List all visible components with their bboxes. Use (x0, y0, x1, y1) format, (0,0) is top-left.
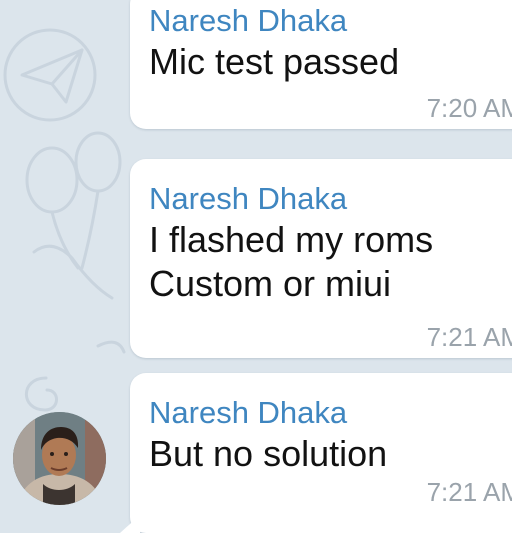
swirl-icon (24, 376, 58, 412)
message-time: 7:20 AM (426, 93, 512, 123)
message-bubble[interactable]: Naresh Dhaka I flashed my roms Custom or… (130, 159, 512, 358)
message-bubble[interactable]: Naresh Dhaka But no solution 7:21 AM (130, 373, 512, 533)
sender-name[interactable]: Naresh Dhaka (149, 2, 512, 40)
message-text: I flashed my roms (149, 219, 434, 260)
paper-plane-icon (3, 28, 97, 122)
message-text: Mic test passed (149, 41, 400, 82)
message-time: 7:21 AM (426, 322, 512, 352)
message-text: Custom or miui (149, 263, 392, 304)
balloon-icon (25, 131, 122, 300)
sender-name[interactable]: Naresh Dhaka (149, 180, 512, 218)
avatar[interactable] (13, 412, 106, 505)
sender-name[interactable]: Naresh Dhaka (149, 394, 512, 432)
message-bubble[interactable]: Naresh Dhaka Mic test passed 7:20 AM (130, 0, 512, 129)
message-text: But no solution (149, 433, 388, 474)
message-time: 7:21 AM (426, 477, 512, 507)
avatar-photo (13, 412, 106, 505)
